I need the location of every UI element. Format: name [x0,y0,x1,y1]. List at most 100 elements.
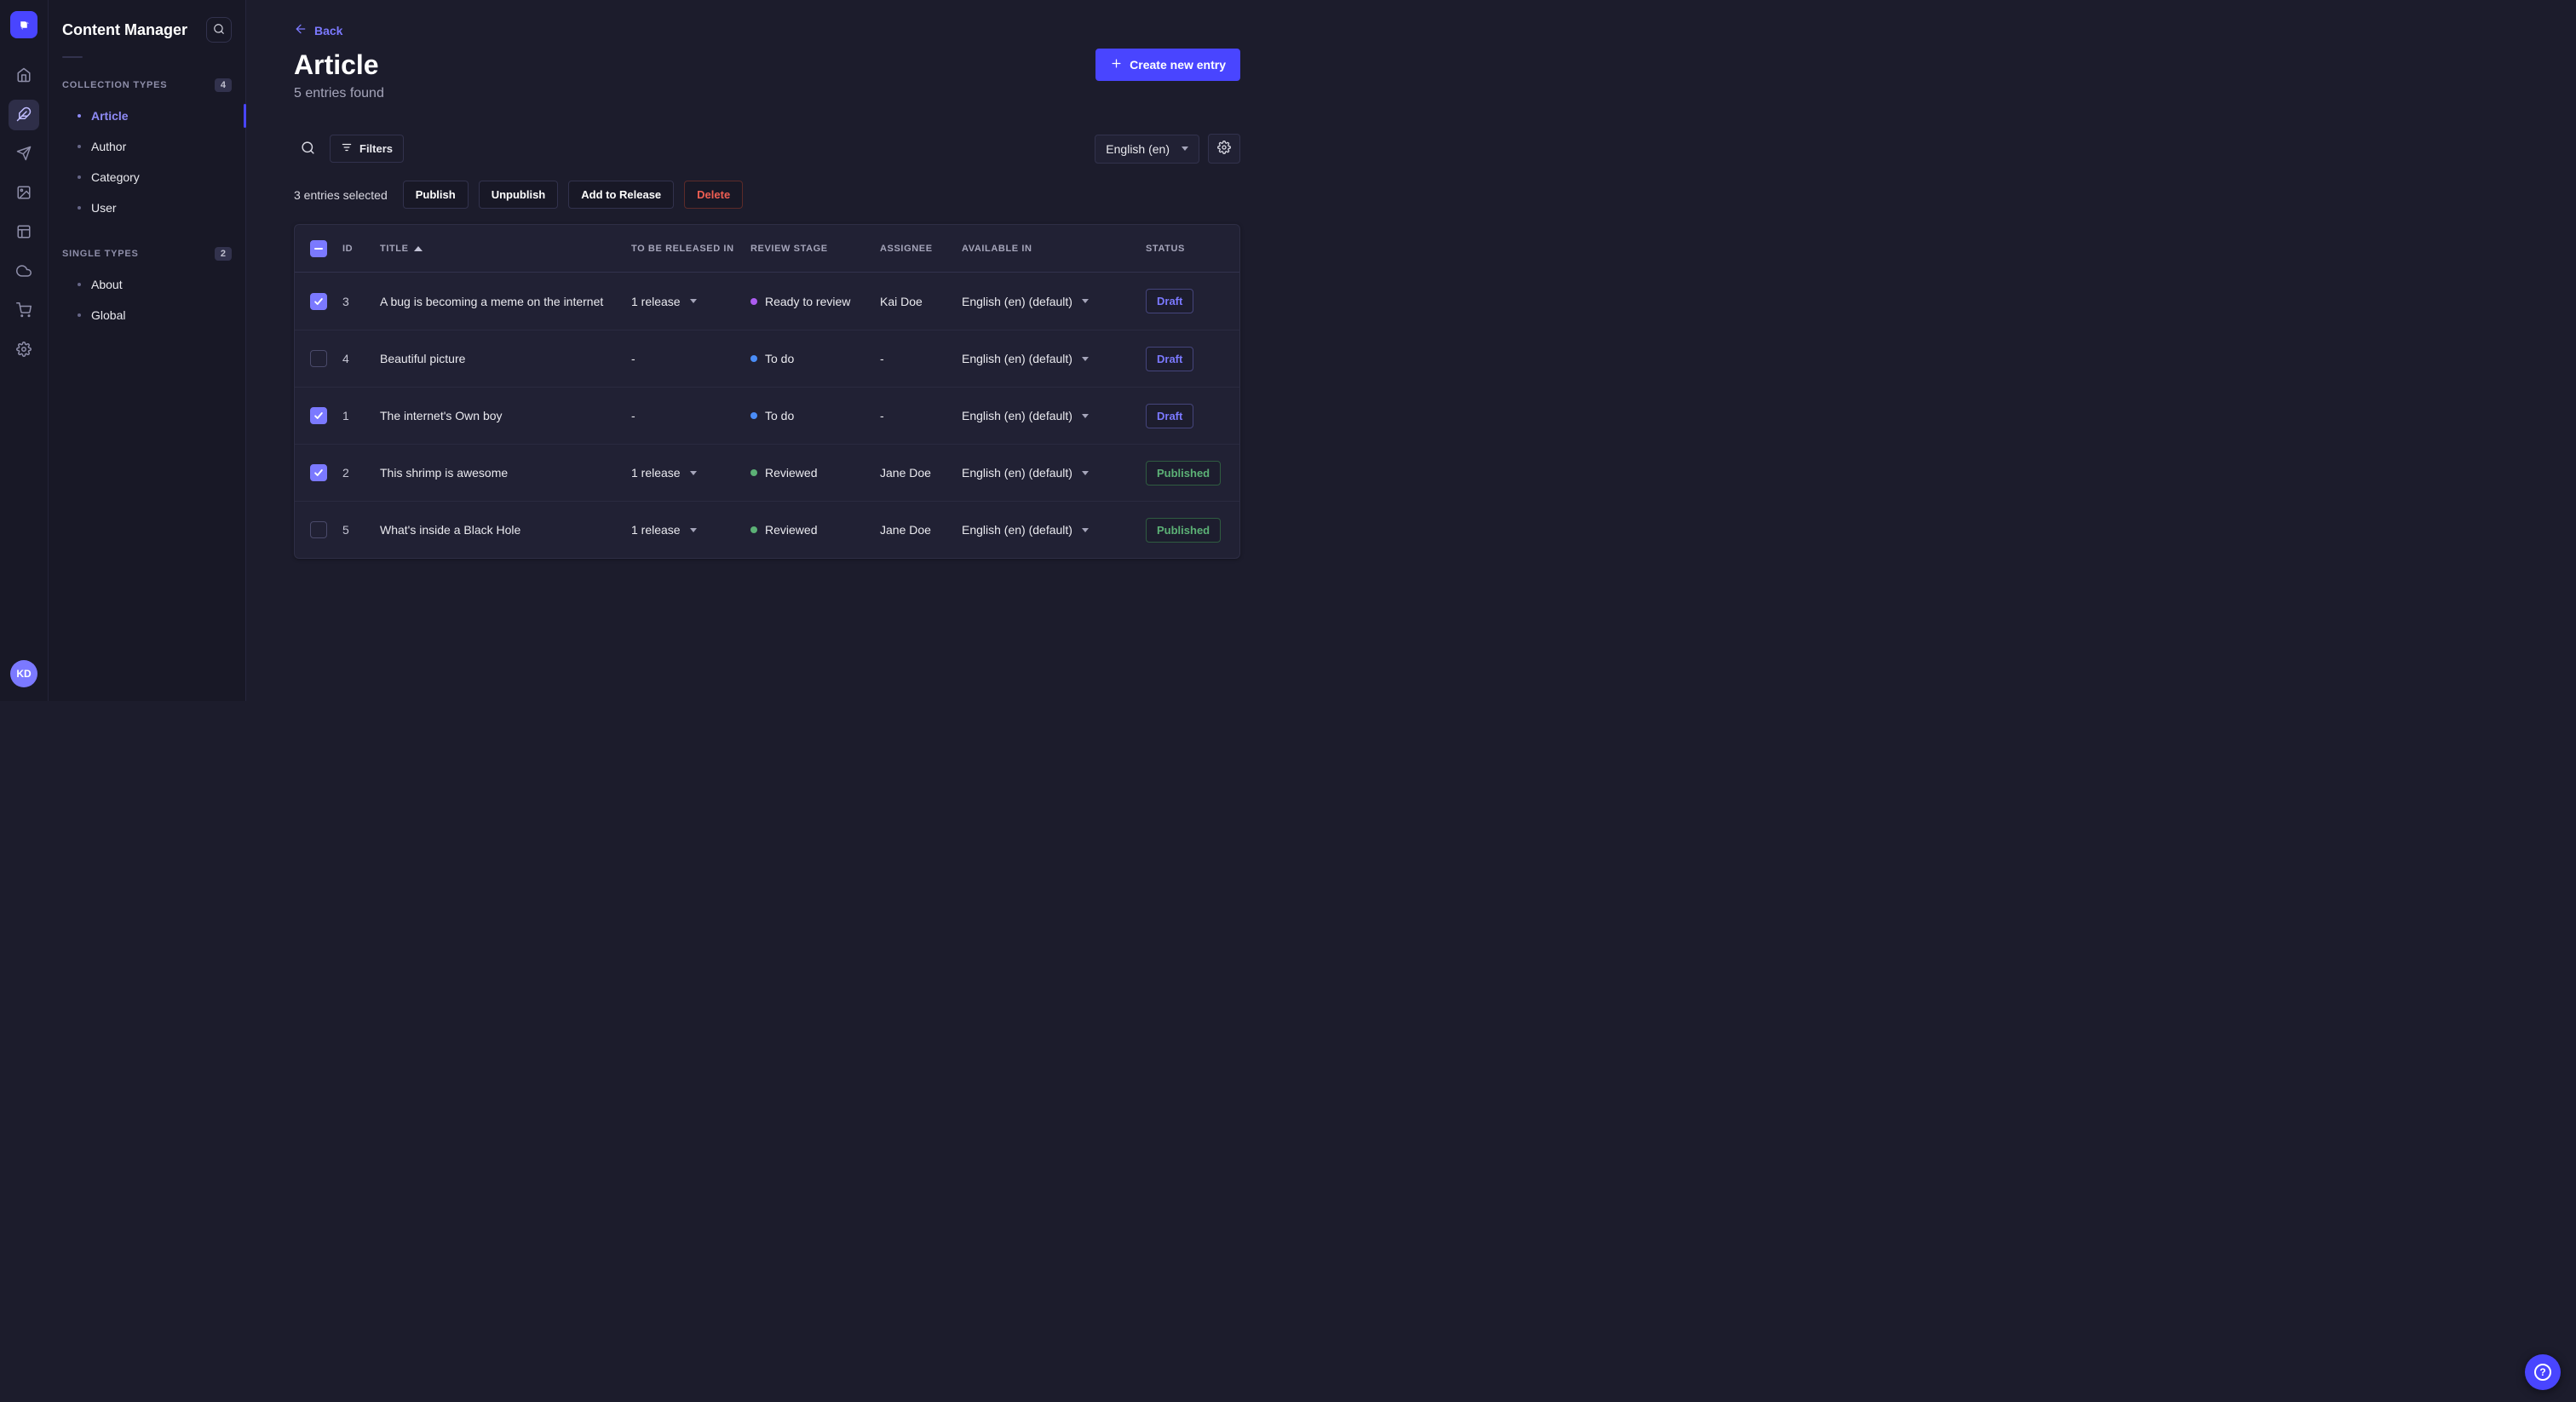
add-to-release-button[interactable]: Add to Release [568,181,675,209]
entries-table: ID TITLE TO BE RELEASED IN REVIEW STAGE … [294,224,1240,559]
row-checkbox[interactable] [310,521,327,538]
cell-available-in[interactable]: English (en) (default) [962,466,1146,480]
back-arrow-icon [294,22,308,38]
filters-button[interactable]: Filters [330,135,405,163]
column-header-id[interactable]: ID [342,244,380,254]
nav-home-button[interactable] [9,60,39,91]
sidebar-item-article[interactable]: Article [62,101,246,131]
marketplace-icon [16,302,32,320]
sidebar-item-label: User [91,201,117,215]
cell-title: Beautiful picture [380,352,466,365]
bullet-icon [78,114,81,118]
bullet-icon [78,206,81,210]
caret-down-icon [689,470,697,475]
nav-releases-button[interactable] [9,139,39,170]
cell-available-in[interactable]: English (en) (default) [962,352,1146,365]
bullet-icon [78,283,81,286]
nav-cloud-button[interactable] [9,256,39,287]
entries-count: 5 entries found [294,86,384,101]
column-header-available-in: AVAILABLE IN [962,243,1032,254]
create-new-entry-button[interactable]: Create new entry [1095,49,1240,81]
cell-available-in[interactable]: English (en) (default) [962,523,1146,537]
user-avatar[interactable]: KD [10,660,37,687]
cell-release[interactable]: 1 release [631,523,750,537]
cell-review-stage: To do [750,352,880,365]
app-root: KD Content Manager COLLECTION TYPES 4 Ar… [0,0,2561,1390]
cell-release[interactable]: 1 release [631,295,750,308]
nav-content-manager-button[interactable] [9,100,39,130]
table-row[interactable]: 5 What's inside a Black Hole 1 release R… [295,501,1239,558]
settings-icon [16,341,32,359]
section-label: COLLECTION TYPES [62,80,168,90]
sidebar-item-user[interactable]: User [62,192,232,223]
column-header-title[interactable]: TITLE [380,244,631,254]
table-row[interactable]: 4 Beautiful picture - To do - English (e… [295,330,1239,387]
cell-assignee: Kai Doe [880,294,923,308]
nav-rail: KD [0,0,49,701]
bullet-icon [78,313,81,317]
nav-settings-button[interactable] [9,335,39,365]
table-search-button[interactable] [294,135,321,163]
cell-available-in[interactable]: English (en) (default) [962,295,1146,308]
nav-marketplace-button[interactable] [9,296,39,326]
unpublish-button[interactable]: Unpublish [478,181,559,209]
cell-title: The internet's Own boy [380,409,503,422]
caret-down-icon [1081,470,1089,475]
cell-status: Published [1146,460,1239,486]
cell-assignee: Jane Doe [880,466,931,480]
table-body: 3 A bug is becoming a meme on the intern… [295,273,1239,558]
nav-media-library-button[interactable] [9,178,39,209]
select-all-checkbox[interactable] [310,239,327,257]
cell-available-in[interactable]: English (en) (default) [962,409,1146,422]
cell-title: What's inside a Black Hole [380,523,521,537]
caret-down-icon [689,299,697,303]
cell-id: 1 [342,409,349,422]
bullet-icon [78,145,81,148]
cell-title: A bug is becoming a meme on the internet [380,294,604,308]
row-checkbox[interactable] [310,407,327,424]
table-row[interactable]: 3 A bug is becoming a meme on the intern… [295,273,1239,330]
cell-review-stage: Ready to review [750,295,880,308]
row-checkbox[interactable] [310,350,327,367]
status-badge: Draft [1146,346,1194,371]
stage-dot-icon [750,355,757,362]
delete-button[interactable]: Delete [684,181,744,209]
cell-status: Draft [1146,403,1239,428]
status-badge: Draft [1146,289,1194,313]
stage-dot-icon [750,526,757,533]
section-label: SINGLE TYPES [62,249,139,259]
sidebar-item-label: Global [91,308,126,322]
sidebar-item-author[interactable]: Author [62,131,232,162]
check-icon [314,412,323,419]
table-row[interactable]: 2 This shrimp is awesome 1 release Revie… [295,444,1239,501]
back-label: Back [314,23,343,37]
cell-release[interactable]: 1 release [631,466,750,480]
column-header-assignee: ASSIGNEE [880,243,933,254]
view-settings-button[interactable] [1208,134,1240,164]
sidebar-search-button[interactable] [206,17,232,43]
row-checkbox[interactable] [310,464,327,481]
locale-select[interactable]: English (en) [1095,134,1199,164]
cell-release: - [631,409,635,422]
back-link[interactable]: Back [294,22,342,38]
column-header-status: STATUS [1146,243,1185,254]
plus-icon [1110,57,1123,72]
caret-down-icon [1081,299,1089,303]
table-row[interactable]: 1 The internet's Own boy - To do - Engli… [295,387,1239,444]
cell-status: Draft [1146,289,1239,313]
strapi-logo[interactable] [10,11,37,38]
table-header-row: ID TITLE TO BE RELEASED IN REVIEW STAGE … [295,225,1239,273]
create-button-label: Create new entry [1130,58,1226,72]
sidebar-item-about[interactable]: About [62,269,232,300]
sidebar-item-category[interactable]: Category [62,162,232,192]
nav-content-type-builder-button[interactable] [9,217,39,248]
sidebar-item-global[interactable]: Global [62,300,232,330]
section-count-badge: 2 [214,247,232,261]
column-header-release: TO BE RELEASED IN [631,243,734,254]
row-checkbox[interactable] [310,292,327,310]
stage-dot-icon [750,297,757,305]
publish-button[interactable]: Publish [402,181,469,209]
column-header-review-stage: REVIEW STAGE [750,243,828,254]
sidebar-item-label: About [91,278,123,291]
filters-label: Filters [359,142,394,155]
